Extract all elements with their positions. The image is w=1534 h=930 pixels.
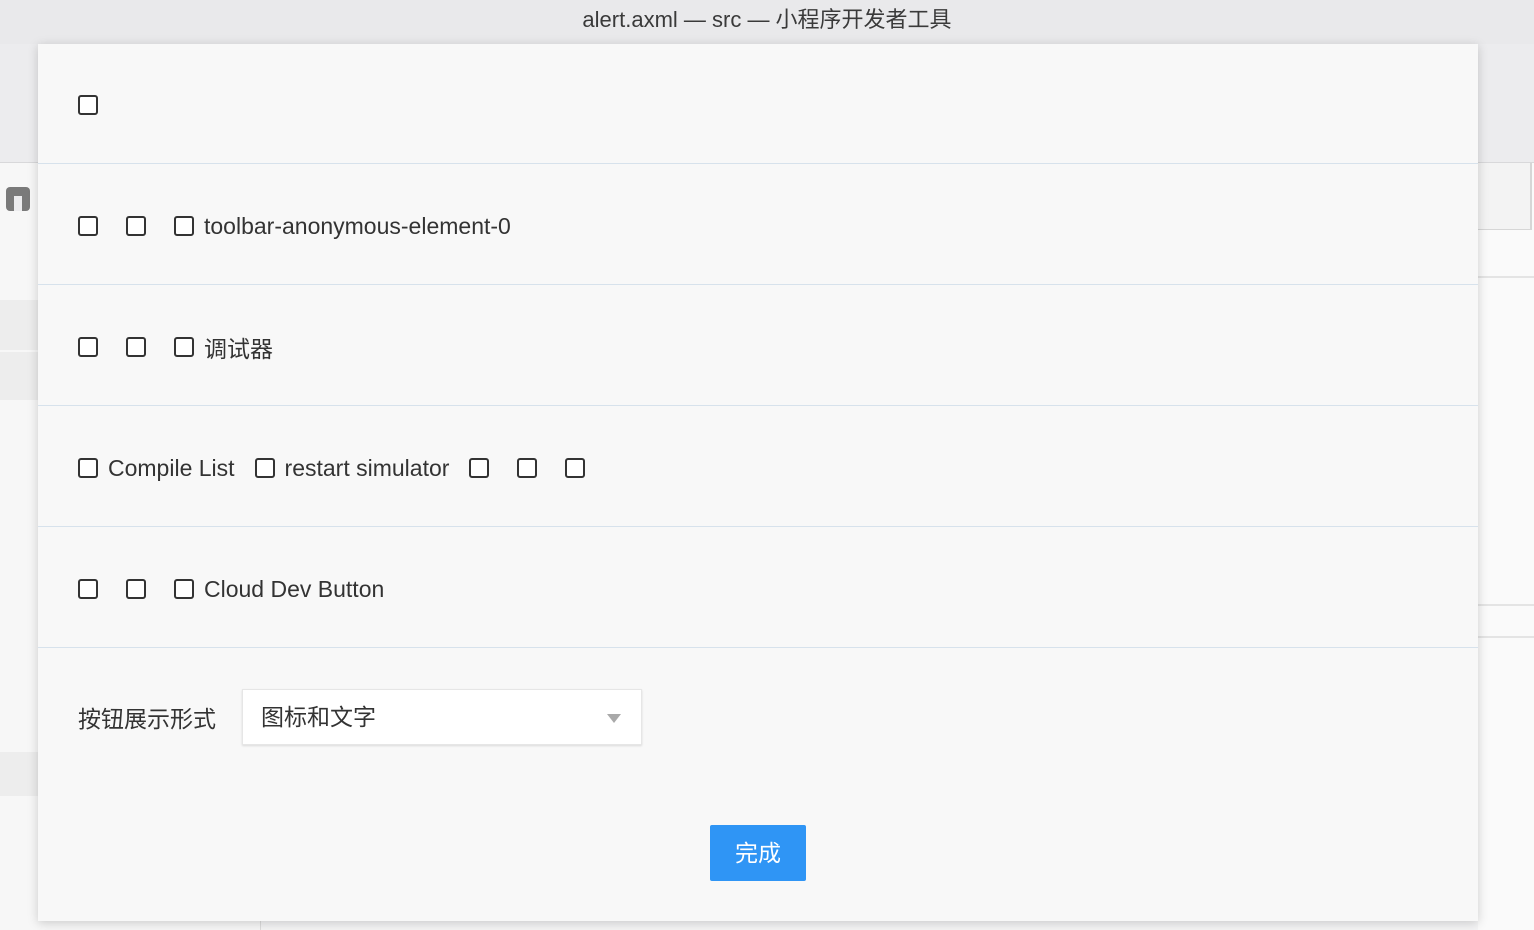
toolbar-item-label: Compile List: [108, 454, 235, 481]
background-sidebar-row: [0, 352, 38, 400]
toolbar-item-toggle[interactable]: [565, 458, 586, 478]
chevron-down-icon: [607, 714, 621, 723]
toolbar-item-toggle[interactable]: toolbar-anonymous-element-0: [174, 213, 511, 240]
toolbar-item-toggle[interactable]: Cloud Dev Button: [174, 576, 384, 603]
toolbar-item-checkbox[interactable]: [469, 458, 490, 478]
background-sidebar-row: [0, 300, 38, 350]
toolbar-item-toggle[interactable]: [517, 458, 538, 478]
toolbar-item-toggle[interactable]: [126, 579, 146, 599]
toolbar-row-items: [78, 92, 126, 118]
toolbar-item-label: Cloud Dev Button: [204, 575, 385, 602]
background-divider: [1478, 604, 1534, 606]
toolbar-item-toggle[interactable]: [469, 458, 490, 478]
background-sidebar-row: [0, 752, 38, 796]
toolbar-row: Compile List restart simulator: [38, 407, 1478, 527]
toolbar-item-checkbox[interactable]: [126, 337, 146, 357]
toolbar-row: Cloud Dev Button: [38, 528, 1478, 648]
toolbar-item-toggle[interactable]: [126, 337, 146, 357]
display-mode-select[interactable]: 图标和文字: [242, 689, 642, 745]
toolbar-row-items: Compile List restart simulator: [78, 455, 613, 481]
toolbar-item-toggle[interactable]: [126, 216, 146, 236]
display-mode-selected-value: 图标和文字: [261, 704, 376, 730]
toolbar-item-label: 调试器: [204, 336, 273, 362]
toolbar-item-checkbox[interactable]: [565, 458, 586, 478]
background-editor-pane: [1478, 163, 1534, 930]
toolbar-item-checkbox[interactable]: [126, 216, 146, 236]
toolbar-row: 调试器: [38, 286, 1478, 406]
background-divider: [1478, 276, 1534, 278]
toolbar-item-toggle[interactable]: [78, 216, 98, 236]
toolbar-item-checkbox[interactable]: [517, 458, 538, 478]
toolbar-item-toggle[interactable]: Compile List: [78, 455, 235, 482]
background-divider: [1478, 636, 1534, 638]
toolbar-row-items: toolbar-anonymous-element-0: [78, 213, 531, 239]
app-menu-icon[interactable]: [6, 187, 30, 211]
toolbar-item-checkbox[interactable]: [78, 458, 98, 478]
toolbar-item-checkbox[interactable]: [174, 579, 194, 599]
background-editor-tab: [1478, 163, 1532, 230]
toolbar-item-checkbox[interactable]: [174, 337, 194, 357]
toolbar-row: toolbar-anonymous-element-0: [38, 165, 1478, 285]
toolbar-item-checkbox[interactable]: [78, 579, 98, 599]
toolbar-item-checkbox[interactable]: [78, 95, 98, 115]
toolbar-row-items: Cloud Dev Button: [78, 576, 404, 602]
toolbar-item-label: toolbar-anonymous-element-0: [204, 212, 511, 239]
toolbar-item-toggle[interactable]: 调试器: [174, 330, 273, 364]
done-button[interactable]: 完成: [710, 825, 806, 881]
toolbar-item-label: restart simulator: [284, 454, 450, 481]
toolbar-item-checkbox[interactable]: [126, 579, 146, 599]
display-mode-label: 按钮展示形式: [78, 706, 216, 732]
toolbar-item-toggle[interactable]: restart simulator: [254, 455, 449, 482]
toolbar-settings-dialog: toolbar-anonymous-element-0 调试器 Compile Li…: [38, 44, 1478, 921]
toolbar-item-checkbox[interactable]: [78, 337, 98, 357]
toolbar-item-toggle[interactable]: [78, 337, 98, 357]
toolbar-row-items: 调试器: [78, 334, 293, 362]
toolbar-item-toggle[interactable]: [78, 95, 98, 115]
window-title: alert.axml — src — 小程序开发者工具: [0, 0, 1534, 44]
toolbar-item-toggle[interactable]: [78, 579, 98, 599]
display-mode-setting: 按钮展示形式 图标和文字: [78, 689, 642, 745]
toolbar-item-checkbox[interactable]: [254, 458, 275, 478]
toolbar-item-checkbox[interactable]: [78, 216, 98, 236]
toolbar-item-checkbox[interactable]: [174, 216, 194, 236]
toolbar-row: [38, 44, 1478, 164]
